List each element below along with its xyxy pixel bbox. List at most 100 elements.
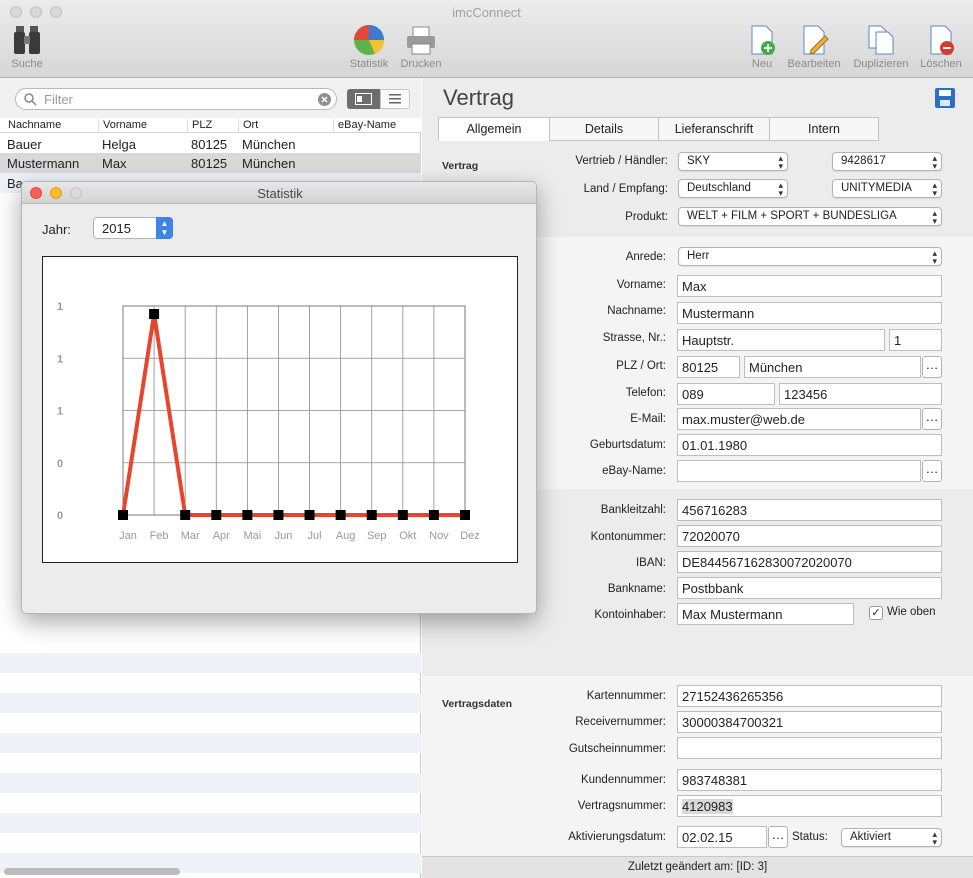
tab-intern[interactable]: Intern <box>769 117 879 141</box>
filter-input[interactable]: Filter <box>15 88 337 110</box>
nachname-field[interactable]: Mustermann <box>677 302 942 324</box>
bankname-field[interactable]: Postbbank <box>677 577 942 599</box>
column-header[interactable]: Vorname <box>98 119 147 132</box>
statistics-titlebar[interactable]: Statistik <box>22 182 536 204</box>
cell-vorname: Max <box>102 156 127 171</box>
tab-allgemein[interactable]: Allgemein <box>438 117 550 141</box>
column-header[interactable]: Nachname <box>4 119 61 132</box>
data-point-marker <box>211 510 222 520</box>
column-header[interactable]: eBay-Name <box>333 119 396 132</box>
vertragsnummer-field[interactable]: 4120983 <box>677 795 942 817</box>
binoculars-icon <box>14 26 40 54</box>
duplicate-icon <box>868 25 894 55</box>
aktivierungsdatum-field[interactable]: 02.02.15 <box>677 826 767 848</box>
vertrieb-code-select[interactable]: 9428617 ▴ ▾ <box>832 152 942 171</box>
delete-button[interactable]: Löschen <box>916 24 966 70</box>
filter-bar: Filter <box>0 78 421 118</box>
select-arrows-icon: ▴ ▾ <box>778 153 783 171</box>
receivernummer-field[interactable]: 30000384700321 <box>677 711 942 733</box>
edit-pencil-icon <box>803 25 829 55</box>
clear-icon[interactable] <box>318 93 331 106</box>
kontonummer-field[interactable]: 72020070 <box>677 525 942 547</box>
column-header[interactable]: PLZ <box>187 119 212 132</box>
kartennummer-field[interactable]: 27152436265356 <box>677 685 942 707</box>
select-arrows-icon: ▴ ▾ <box>932 829 937 847</box>
wie-oben-checkbox[interactable]: ✓ <box>869 606 883 620</box>
line-chart: 1 1 1 0 0 Jan Feb Mar Apr Mai Jun Jul Aug Sep Okt Nov De… <box>57 301 480 542</box>
ort-field[interactable]: München <box>744 356 921 378</box>
table-row[interactable]: Mustermann Max 80125 München <box>0 153 421 173</box>
statistics-title: Statistik <box>257 186 303 201</box>
horizontal-scrollbar[interactable] <box>4 868 180 875</box>
status-label: Status: <box>792 831 828 843</box>
cell-plz: 80125 <box>191 156 228 171</box>
hausnummer-field[interactable]: 1 <box>889 329 942 351</box>
plz-field[interactable]: 80125 <box>677 356 740 378</box>
land-select[interactable]: Deutschland ▴ ▾ <box>678 179 788 198</box>
vertrieb-value: SKY <box>687 155 711 167</box>
select-arrows-icon: ▴ ▾ <box>932 208 937 226</box>
window-title: imcConnect <box>452 5 521 20</box>
blz-field[interactable]: 456716283 <box>677 499 942 521</box>
select-arrows-icon: ▴ ▾ <box>932 153 937 171</box>
cell-ort: München <box>242 156 296 171</box>
produkt-select[interactable]: WELT + FILM + SPORT + BUNDESLIGA ▴ ▾ <box>678 207 942 226</box>
geburtsdatum-field[interactable]: 01.01.1980 <box>677 434 942 456</box>
delete-document-icon <box>930 25 954 55</box>
kundennummer-field[interactable]: 983748381 <box>677 769 942 791</box>
date-picker-button[interactable]: … <box>768 826 788 848</box>
save-button[interactable] <box>935 88 955 108</box>
status-value: Aktiviert <box>850 831 891 843</box>
view-list-toggle[interactable] <box>380 89 410 109</box>
duplicate-button[interactable]: Duplizieren <box>850 24 912 70</box>
statistics-button[interactable]: Statistik <box>346 24 392 70</box>
column-header[interactable]: Ort <box>238 119 258 132</box>
produkt-value: WELT + FILM + SPORT + BUNDESLIGA <box>687 210 897 222</box>
x-tick-label: Jul <box>308 530 322 542</box>
detail-view-icon <box>355 93 372 105</box>
x-tick-label: Jan <box>119 530 137 542</box>
print-button[interactable]: Drucken <box>398 24 444 70</box>
y-tick-label: 1 <box>57 301 63 313</box>
telefon-field[interactable]: 123456 <box>779 383 942 405</box>
empty-row-stripe <box>0 653 421 673</box>
table-header: Nachname Vorname PLZ Ort eBay-Name <box>0 118 421 133</box>
iban-field[interactable]: DE844567162830072020070 <box>677 551 942 573</box>
email-field[interactable]: max.muster@web.de <box>677 408 921 430</box>
tab-details[interactable]: Details <box>549 117 659 141</box>
cell-vorname: Helga <box>102 137 136 152</box>
status-footer: Zuletzt geändert am: [ID: 3] <box>422 856 973 878</box>
ort-lookup-button[interactable]: … <box>922 356 942 378</box>
cell-nachname: Mustermann <box>7 156 80 171</box>
new-label: Neu <box>751 58 773 70</box>
tab-lieferanschrift[interactable]: Lieferanschrift <box>658 117 770 141</box>
vertrieb-select[interactable]: SKY ▴ ▾ <box>678 152 788 171</box>
vorwahl-field[interactable]: 089 <box>677 383 775 405</box>
vertrieb-code-value: 9428617 <box>841 155 886 167</box>
ebay-button[interactable]: … <box>922 460 942 482</box>
table-row[interactable]: Bauer Helga 80125 München <box>0 134 421 154</box>
strasse-field[interactable]: Hauptstr. <box>677 329 885 351</box>
anrede-select[interactable]: Herr ▴ ▾ <box>678 247 942 266</box>
email-button[interactable]: … <box>922 408 942 430</box>
status-select[interactable]: Aktiviert ▴ ▾ <box>841 828 942 847</box>
select-arrows-icon: ▴ ▾ <box>932 248 937 266</box>
statistics-label: Statistik <box>349 58 389 70</box>
search-button[interactable]: Suche <box>8 24 46 70</box>
year-select[interactable]: 2015 ▲ ▼ <box>93 217 173 239</box>
x-tick-label: Dez <box>460 530 480 542</box>
edit-button[interactable]: Bearbeiten <box>786 24 842 70</box>
data-point-marker <box>180 510 191 520</box>
vorname-field[interactable]: Max <box>677 275 942 297</box>
gutscheinnummer-field[interactable] <box>677 737 942 759</box>
kontoinhaber-field[interactable]: Max Mustermann <box>677 603 854 625</box>
window-toolbar: imcConnect Suche Statistik Drucken Neu B… <box>0 0 973 78</box>
ebay-field[interactable] <box>677 460 921 482</box>
new-button[interactable]: Neu <box>744 24 780 70</box>
cell-ort: München <box>242 137 296 152</box>
empfang-select[interactable]: UNITYMEDIA ▴ ▾ <box>832 179 942 198</box>
data-point-marker <box>118 510 128 520</box>
empty-row-stripe <box>0 813 421 833</box>
delete-label: Löschen <box>920 58 962 70</box>
view-detail-toggle[interactable] <box>347 89 380 109</box>
